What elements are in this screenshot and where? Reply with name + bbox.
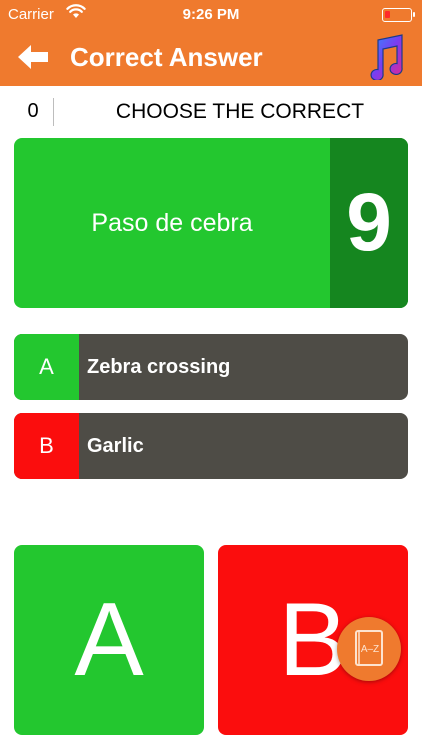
- app-header: Correct Answer: [0, 30, 422, 86]
- score-row: 0 CHOOSE THE CORRECT: [0, 92, 422, 132]
- question-word: Paso de cebra: [91, 208, 253, 237]
- status-bar: Carrier 9:26 PM: [0, 0, 422, 30]
- dictionary-label: A–Z: [361, 644, 379, 655]
- countdown-timer: 9: [330, 138, 408, 308]
- question-card: Paso de cebra 9: [14, 138, 408, 308]
- dictionary-book-icon: A–Z: [355, 630, 383, 666]
- instruction-text: CHOOSE THE CORRECT: [115, 100, 365, 123]
- option-b-text: Garlic: [87, 434, 144, 457]
- score-counter: 0: [27, 100, 39, 122]
- page-title: Correct Answer: [70, 42, 263, 72]
- answer-a-button[interactable]: A: [14, 545, 204, 735]
- option-b-letter: B: [14, 413, 79, 479]
- music-notes-icon[interactable]: [364, 34, 406, 82]
- divider: [53, 98, 54, 126]
- dictionary-button[interactable]: A–Z: [337, 617, 401, 681]
- clock: 9:26 PM: [182, 6, 240, 23]
- top-bar: Carrier 9:26 PM Correct Answer: [0, 0, 422, 86]
- option-a-text: Zebra crossing: [87, 355, 231, 378]
- option-a-letter: A: [14, 334, 79, 400]
- option-b[interactable]: B Garlic: [14, 413, 408, 479]
- arrow-left-icon[interactable]: [16, 42, 50, 72]
- option-a[interactable]: A Zebra crossing: [14, 334, 408, 400]
- battery-icon: [382, 8, 415, 22]
